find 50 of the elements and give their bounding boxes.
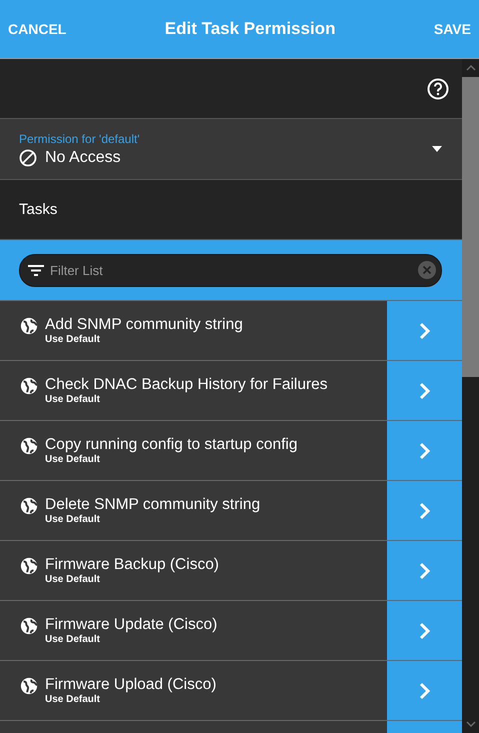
- dialog-title: Edit Task Permission: [164, 19, 336, 39]
- globe-icon: [20, 317, 38, 335]
- task-setting: Use Default: [45, 514, 102, 525]
- scroll-down-icon[interactable]: [466, 721, 476, 727]
- task-item[interactable]: Check DNAC Backup History for Failures Use Default: [0, 361, 387, 420]
- chevron-right-icon: [418, 382, 430, 400]
- chevron-right-icon: [418, 502, 430, 520]
- filter-field[interactable]: Filter List: [19, 254, 442, 286]
- filter-icon: [28, 264, 44, 276]
- permission-value: No Access: [45, 148, 121, 166]
- chevron-right-icon: [418, 682, 430, 700]
- task-setting: Use Default: [45, 694, 102, 705]
- globe-icon: [20, 497, 38, 515]
- globe-icon: [20, 437, 38, 455]
- section-title: Tasks: [19, 201, 58, 218]
- scrollbar-thumb[interactable]: [462, 77, 479, 377]
- task-name: Add SNMP community string: [45, 316, 243, 334]
- globe-icon: [20, 557, 38, 575]
- scroll-up-icon[interactable]: [466, 65, 476, 71]
- help-icon[interactable]: [427, 78, 449, 100]
- task-name: Firmware Upload (Cisco): [45, 676, 216, 694]
- task-setting: Use Default: [45, 334, 102, 345]
- globe-icon: [20, 377, 38, 395]
- task-name: Copy running config to startup config: [45, 436, 298, 454]
- task-item[interactable]: Firmware Update (Cisco) Use Default: [0, 601, 387, 660]
- chevron-right-icon: [418, 322, 430, 340]
- chevron-right-icon: [418, 622, 430, 640]
- globe-icon: [20, 677, 38, 695]
- task-item[interactable]: Delete SNMP community string Use Default: [0, 481, 387, 540]
- task-name: Check DNAC Backup History for Failures: [45, 376, 328, 394]
- task-setting: Use Default: [45, 454, 102, 465]
- task-name: Firmware Backup (Cisco): [45, 556, 219, 574]
- scrollbar[interactable]: [462, 59, 479, 733]
- chevron-right-icon: [418, 562, 430, 580]
- clear-icon[interactable]: [418, 261, 436, 279]
- task-name: Delete SNMP community string: [45, 496, 260, 514]
- task-item[interactable]: Firmware Backup (Cisco) Use Default: [0, 541, 387, 600]
- task-item[interactable]: Add SNMP community string Use Default: [0, 301, 387, 360]
- dropdown-caret-icon: [432, 146, 442, 152]
- task-item[interactable]: Firmware Upload (Cisco) Use Default: [0, 661, 387, 720]
- permission-dropdown[interactable]: Permission for 'default' No Access: [0, 119, 462, 180]
- task-item[interactable]: Copy running config to startup config Use Default: [0, 421, 387, 480]
- chevron-right-icon: [418, 442, 430, 460]
- task-name: Firmware Update (Cisco): [45, 616, 218, 634]
- globe-icon: [20, 617, 38, 635]
- task-setting: Use Default: [45, 394, 102, 405]
- task-setting: Use Default: [45, 634, 102, 645]
- no-access-icon: [19, 148, 37, 166]
- task-setting: Use Default: [45, 574, 102, 585]
- permission-label: Permission for 'default': [19, 132, 140, 146]
